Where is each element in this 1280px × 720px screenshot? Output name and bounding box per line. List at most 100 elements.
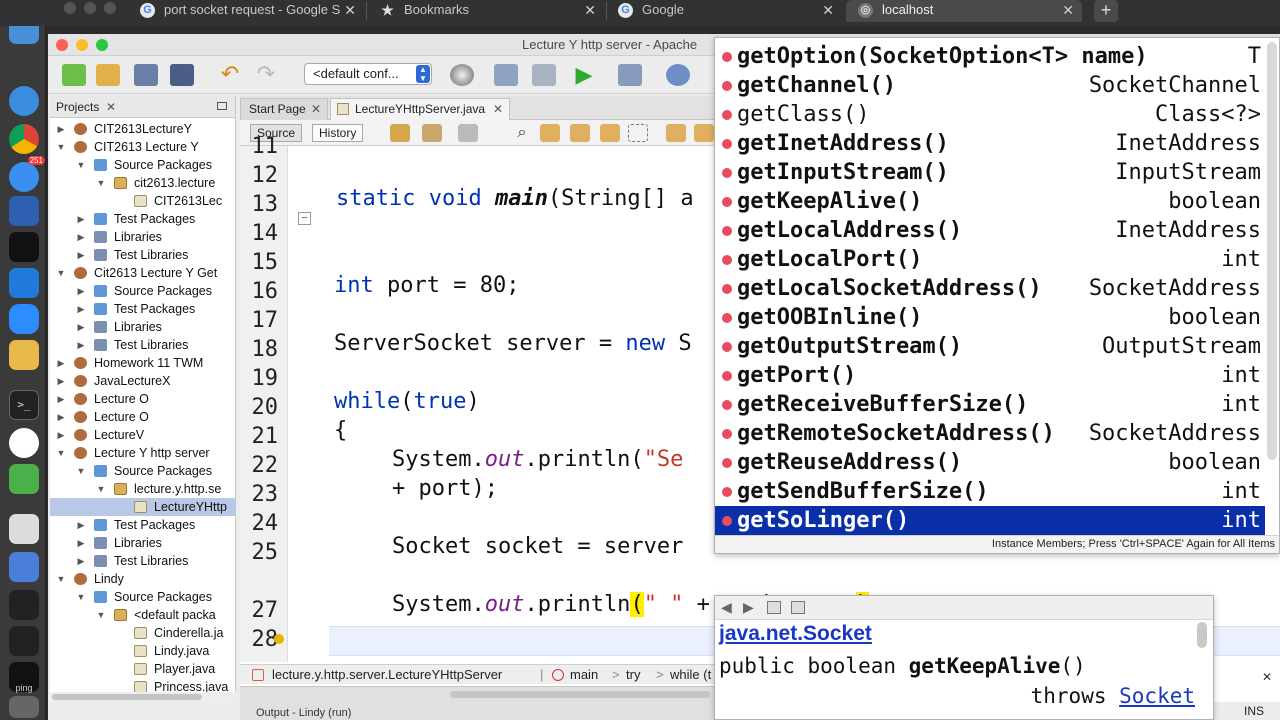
close-icon[interactable]: ✕ (344, 0, 356, 20)
browser-tab-google[interactable]: G Google ✕ (606, 0, 842, 22)
toggle-highlight-icon[interactable] (600, 124, 620, 142)
new-file-icon[interactable] (62, 64, 86, 86)
collapsed-triangle-icon[interactable]: ▶ (56, 372, 66, 390)
javadoc-class-link[interactable]: java.net.Socket (719, 622, 872, 646)
collapsed-triangle-icon[interactable]: ▶ (56, 408, 66, 426)
completion-scrollbar[interactable] (1267, 42, 1277, 460)
tree-item[interactable]: ▼ Lindy (50, 570, 236, 588)
expanded-triangle-icon[interactable]: ▼ (96, 606, 106, 624)
browser-tab-google-search[interactable]: G port socket request - Google S ✕ (128, 0, 364, 22)
breadcrumb-while[interactable]: while (t (670, 665, 711, 684)
completion-item[interactable]: getReuseAddress() boolean (715, 448, 1265, 477)
tab-start-page[interactable]: Start Page ✕ (240, 98, 328, 120)
completion-item[interactable]: getOutputStream() OutputStream (715, 332, 1265, 361)
tree-item[interactable]: ▼ <default packa (50, 606, 236, 624)
close-icon[interactable]: ✕ (493, 99, 503, 119)
window-max-dot[interactable] (104, 2, 116, 14)
ping-terminal-icon[interactable]: ping (9, 662, 39, 693)
undo-icon[interactable]: ↶ (218, 63, 242, 86)
code-line[interactable]: while(true) (334, 389, 480, 414)
breadcrumb-try[interactable]: try (626, 665, 640, 684)
prev-bookmark-icon[interactable] (666, 124, 686, 142)
collapsed-triangle-icon[interactable]: ▶ (76, 282, 86, 300)
chrome-icon[interactable] (9, 124, 39, 154)
folder-icon[interactable] (9, 552, 39, 582)
back-arrow-icon[interactable]: ◀ (721, 599, 732, 616)
jump-icon[interactable] (9, 464, 39, 494)
completion-item[interactable]: getReceiveBufferSize() int (715, 390, 1265, 419)
collapsed-triangle-icon[interactable]: ▶ (76, 516, 86, 534)
window-min-dot[interactable] (84, 2, 96, 14)
tree-item[interactable]: ▼ Source Packages (50, 462, 236, 480)
tree-item[interactable]: ▶ Lecture O (50, 408, 236, 426)
clean-build-icon[interactable] (532, 64, 556, 86)
tree-item[interactable]: ▼ Cit2613 Lecture Y Get (50, 264, 236, 282)
collapsed-triangle-icon[interactable]: ▶ (76, 336, 86, 354)
tree-item[interactable]: ▶ LectureV (50, 426, 236, 444)
collapsed-triangle-icon[interactable]: ▶ (76, 534, 86, 552)
expanded-triangle-icon[interactable]: ▼ (56, 570, 66, 588)
tree-item[interactable]: Lindy.java (50, 642, 236, 660)
hint-bulb-icon[interactable] (274, 634, 284, 644)
tree-item[interactable]: ▶ CIT2613LectureY (50, 120, 236, 138)
tree-item[interactable]: ▶ Source Packages (50, 282, 236, 300)
collapsed-triangle-icon[interactable]: ▶ (56, 390, 66, 408)
find-previous-icon[interactable] (540, 124, 560, 142)
collapsed-triangle-icon[interactable]: ▶ (56, 120, 66, 138)
close-icon[interactable]: ✕ (822, 0, 834, 20)
collapsed-triangle-icon[interactable]: ▶ (76, 300, 86, 318)
globe-icon[interactable] (450, 64, 474, 86)
messages-icon[interactable]: 251 (9, 156, 45, 192)
screen2-icon[interactable] (9, 626, 39, 656)
completion-item[interactable]: getLocalPort() int (715, 245, 1265, 274)
tree-item[interactable]: ▼ cit2613.lecture (50, 174, 236, 192)
tree-item[interactable]: ▶ JavaLectureX (50, 372, 236, 390)
tree-item[interactable]: ▶ Libraries (50, 318, 236, 336)
tree-item[interactable]: ▶ Lecture O (50, 390, 236, 408)
save-all-icon[interactable] (170, 64, 194, 86)
virtualbox-icon[interactable] (9, 340, 39, 370)
tree-item[interactable]: ▼ Lecture Y http server (50, 444, 236, 462)
close-icon[interactable]: ✕ (584, 0, 596, 20)
browser-tab-localhost[interactable]: ◎ localhost ✕ (846, 0, 1082, 22)
code-line[interactable]: { (334, 418, 347, 443)
expanded-triangle-icon[interactable]: ▼ (56, 264, 66, 282)
profile-icon[interactable] (666, 64, 690, 86)
tree-item[interactable]: ▶ Test Libraries (50, 336, 236, 354)
collapsed-triangle-icon[interactable]: ▶ (76, 552, 86, 570)
monitor-icon[interactable] (9, 590, 39, 620)
collapsed-triangle-icon[interactable]: ▶ (56, 426, 66, 444)
tree-item[interactable]: ▶ Libraries (50, 228, 236, 246)
back-icon[interactable] (390, 124, 410, 142)
safari-icon[interactable] (9, 86, 39, 116)
debug-icon[interactable] (618, 64, 642, 86)
close-icon[interactable]: ✕ (106, 96, 116, 118)
breadcrumb-class[interactable]: lecture.y.http.server.LectureYHttpServer (272, 665, 502, 684)
code-line[interactable]: ServerSocket server = new S (334, 331, 692, 356)
desktop-app-icon[interactable] (9, 196, 39, 226)
terminal-icon[interactable]: >_ (9, 390, 39, 420)
tree-item[interactable]: ▶ Test Libraries (50, 246, 236, 264)
completion-item[interactable]: getLocalAddress() InetAddress (715, 216, 1265, 245)
history-button[interactable]: History (312, 124, 364, 142)
completion-item[interactable]: getSoLinger() int (715, 506, 1265, 535)
browser-tab-bookmarks[interactable]: ★ Bookmarks ✕ (368, 0, 604, 22)
tree-item[interactable]: ▶ Test Packages (50, 516, 236, 534)
tree-item[interactable]: ▼ lecture.y.http.se (50, 480, 236, 498)
open-project-icon[interactable] (134, 64, 158, 86)
close-window-button[interactable] (56, 39, 68, 51)
slack-icon[interactable] (9, 428, 39, 458)
build-hammer-icon[interactable] (494, 64, 518, 86)
windows-icon[interactable] (9, 268, 39, 298)
javadoc-scrollbar[interactable] (1197, 622, 1207, 648)
horizontal-scrollbar[interactable] (240, 691, 714, 699)
throws-link[interactable]: Socket (1119, 684, 1195, 708)
tree-item[interactable]: ▼ Source Packages (50, 588, 236, 606)
tree-scrollbar[interactable] (50, 692, 236, 702)
expanded-triangle-icon[interactable]: ▼ (56, 138, 66, 156)
completion-item[interactable]: getSendBufferSize() int (715, 477, 1265, 506)
collapsed-triangle-icon[interactable]: ▶ (76, 246, 86, 264)
collapsed-triangle-icon[interactable]: ▶ (76, 318, 86, 336)
rect-select-icon[interactable] (628, 124, 648, 142)
completion-item[interactable]: getKeepAlive() boolean (715, 187, 1265, 216)
